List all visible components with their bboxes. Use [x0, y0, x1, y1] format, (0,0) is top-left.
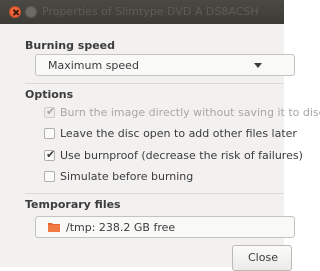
option-label: Burn the image directly without saving i… [60, 106, 320, 119]
checkbox-simulate[interactable] [44, 171, 55, 182]
temporary-files-heading: Temporary files [25, 198, 121, 211]
folder-icon [48, 223, 60, 232]
title-bar: Properties of Slimtype DVD A DS8ACSH [0, 0, 284, 25]
checkbox-burn-directly: ✔ [44, 105, 56, 118]
temporary-folder-chooser[interactable]: /tmp: 238.2 GB free [35, 216, 295, 238]
window-minimize-icon[interactable] [25, 6, 37, 18]
separator [25, 83, 284, 84]
temporary-folder-path: /tmp: 238.2 GB free [66, 221, 176, 234]
burning-speed-heading: Burning speed [25, 39, 115, 52]
close-button[interactable]: Close [232, 245, 292, 271]
window-title: Properties of Slimtype DVD A DS8ACSH [42, 5, 259, 18]
chevron-down-icon [254, 63, 262, 68]
options-heading: Options [25, 88, 74, 101]
option-label: Leave the disc open to add other files l… [60, 127, 297, 140]
option-label: Simulate before burning [60, 170, 194, 183]
burning-speed-selected: Maximum speed [48, 59, 139, 72]
separator [25, 193, 284, 194]
checkbox-leave-open[interactable] [44, 128, 55, 139]
checkbox-burnproof[interactable]: ✔ [44, 148, 55, 161]
option-label: Use burnproof (decrease the risk of fail… [60, 149, 303, 162]
window-close-icon[interactable] [9, 6, 21, 18]
burning-speed-combo[interactable]: Maximum speed [35, 54, 295, 76]
